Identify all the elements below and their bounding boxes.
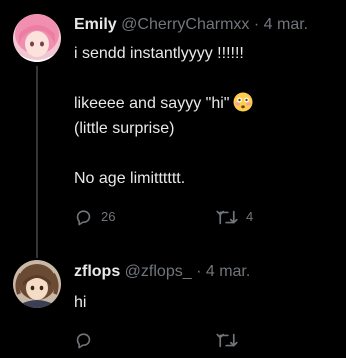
tweet-text: hi <box>74 290 86 315</box>
text-line: hi <box>74 294 87 311</box>
retweet-button[interactable]: 4 <box>216 207 253 227</box>
avatar[interactable] <box>13 260 61 308</box>
tweet[interactable]: Emily @CherryCharmxx · 4 mar. i sendd in… <box>0 0 346 258</box>
timestamp[interactable]: 4 mar. <box>264 16 308 33</box>
separator: · <box>196 263 202 280</box>
reply-icon <box>74 208 93 227</box>
text-line: likeeee and sayyy "hi" <box>74 91 253 116</box>
display-name[interactable]: zflops <box>74 263 120 280</box>
handle[interactable]: @CherryCharmxx <box>121 16 249 33</box>
text-line <box>74 141 253 166</box>
tweet-header: Emily @CherryCharmxx · 4 mar. <box>74 15 308 35</box>
display-name[interactable]: Emily <box>74 16 117 33</box>
text-line-content: likeeee and sayyy "hi" <box>74 95 230 112</box>
reply-button[interactable]: 26 <box>74 207 115 227</box>
handle[interactable]: @zflops_ <box>125 263 192 280</box>
reply-count: 26 <box>101 209 116 224</box>
retweet-count: 4 <box>246 209 254 224</box>
reply-icon <box>74 331 93 350</box>
reply-button[interactable] <box>74 330 93 350</box>
separator: · <box>253 16 260 33</box>
tweet[interactable]: zflops @zflops_ · 4 mar. hi <box>0 254 346 358</box>
text-line: i sendd instantlyyyy !!!!!! <box>74 45 244 62</box>
tweet-text: i sendd instantlyyyy !!!!!! likeeee and … <box>74 41 253 191</box>
retweet-icon <box>216 331 238 350</box>
timestamp[interactable]: 4 mar. <box>206 263 250 280</box>
avatar[interactable] <box>13 14 61 62</box>
retweet-icon <box>216 208 238 227</box>
thread-line <box>36 66 38 258</box>
retweet-button[interactable] <box>216 330 238 350</box>
text-line <box>74 66 253 91</box>
flushed-face-emoji <box>233 92 253 120</box>
text-line: No age limitttttt. <box>74 170 186 187</box>
text-line: (little surprise) <box>74 120 175 137</box>
tweet-header: zflops @zflops_ · 4 mar. <box>74 262 250 282</box>
